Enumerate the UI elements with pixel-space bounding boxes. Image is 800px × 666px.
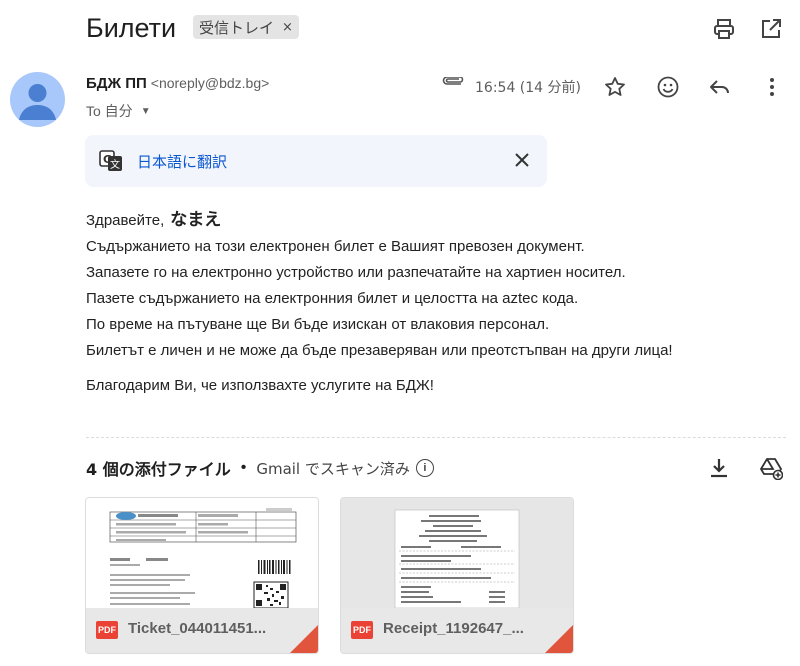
sender-name: БДЖ ПП	[86, 75, 147, 92]
emoji-icon[interactable]	[653, 72, 683, 102]
thanks-line: Благодарим Ви, че използвахте услугите н…	[86, 377, 434, 394]
attachment-filename: Ticket_044011451...	[128, 620, 267, 637]
print-icon[interactable]	[711, 16, 737, 42]
google-translate-icon: G文	[99, 150, 123, 177]
chevron-down-icon[interactable]: ▼	[141, 106, 151, 117]
attachments-count: 4 個の添付ファイル	[86, 460, 231, 479]
more-vert-icon[interactable]	[757, 72, 787, 102]
received-time: 16:54 (14 分前)	[475, 80, 581, 96]
translate-link[interactable]: 日本語に翻訳	[137, 151, 227, 172]
label-chip-inbox[interactable]: 受信トレイ ×	[193, 15, 299, 39]
add-to-drive-icon[interactable]	[758, 455, 784, 481]
separator-dot: •	[240, 459, 247, 476]
open-in-new-window-icon[interactable]	[758, 16, 784, 42]
scan-status: Gmail でスキャン済み	[256, 459, 410, 478]
body-line: Билетът е личен и не може да бъде презав…	[86, 342, 673, 359]
attachment-card-receipt[interactable]: PDF Receipt_1192647_...	[340, 497, 574, 654]
sender-avatar[interactable]	[10, 72, 65, 127]
body-line: Пазете съдържанието на електронния билет…	[86, 290, 579, 307]
page-fold-icon	[290, 625, 318, 653]
attachment-filename: Receipt_1192647_...	[383, 620, 524, 637]
body-line: Запазете го на електронно устройство или…	[86, 264, 626, 281]
translate-bar: G文 日本語に翻訳	[85, 135, 547, 187]
download-icon[interactable]	[706, 455, 732, 481]
attachment-card-ticket[interactable]: PDF Ticket_044011451...	[85, 497, 319, 654]
pdf-icon: PDF	[351, 621, 373, 639]
svg-text:文: 文	[110, 158, 120, 171]
reply-icon[interactable]	[705, 72, 735, 102]
recipient-label: To 自分	[86, 103, 133, 119]
pdf-icon: PDF	[96, 621, 118, 639]
recipient-toggle[interactable]: To 自分 ▼	[86, 101, 151, 121]
email-subject: Билети	[86, 13, 177, 43]
star-icon[interactable]	[600, 72, 630, 102]
info-icon[interactable]: i	[415, 459, 434, 477]
body-line: По време на пътуване ще Ви бъде изискан …	[86, 316, 550, 333]
attachment-footer: PDF Receipt_1192647_...	[341, 608, 573, 653]
close-icon[interactable]	[511, 149, 533, 171]
label-chip-text: 受信トレイ	[199, 18, 275, 37]
divider	[86, 437, 786, 438]
body-line: Съдържанието на този електронен билет е …	[86, 238, 585, 255]
paperclip-icon	[441, 76, 465, 96]
email-body: Здравейте, なまえ Съдържанието на този елект…	[86, 207, 673, 364]
greeting: Здравейте,	[86, 212, 165, 229]
ticket-thumbnail	[86, 498, 318, 608]
page-fold-icon	[545, 625, 573, 653]
recipient-name: なまえ	[170, 210, 222, 230]
attachment-footer: PDF Ticket_044011451...	[86, 608, 318, 653]
attachments-header: 4 個の添付ファイル • Gmail でスキャン済み i	[86, 456, 434, 480]
sender-info: БДЖ ПП <noreply@bdz.bg>	[86, 75, 269, 92]
sender-email: <noreply@bdz.bg>	[150, 75, 270, 91]
remove-label-button[interactable]: ×	[282, 20, 293, 35]
receipt-thumbnail	[341, 498, 573, 608]
